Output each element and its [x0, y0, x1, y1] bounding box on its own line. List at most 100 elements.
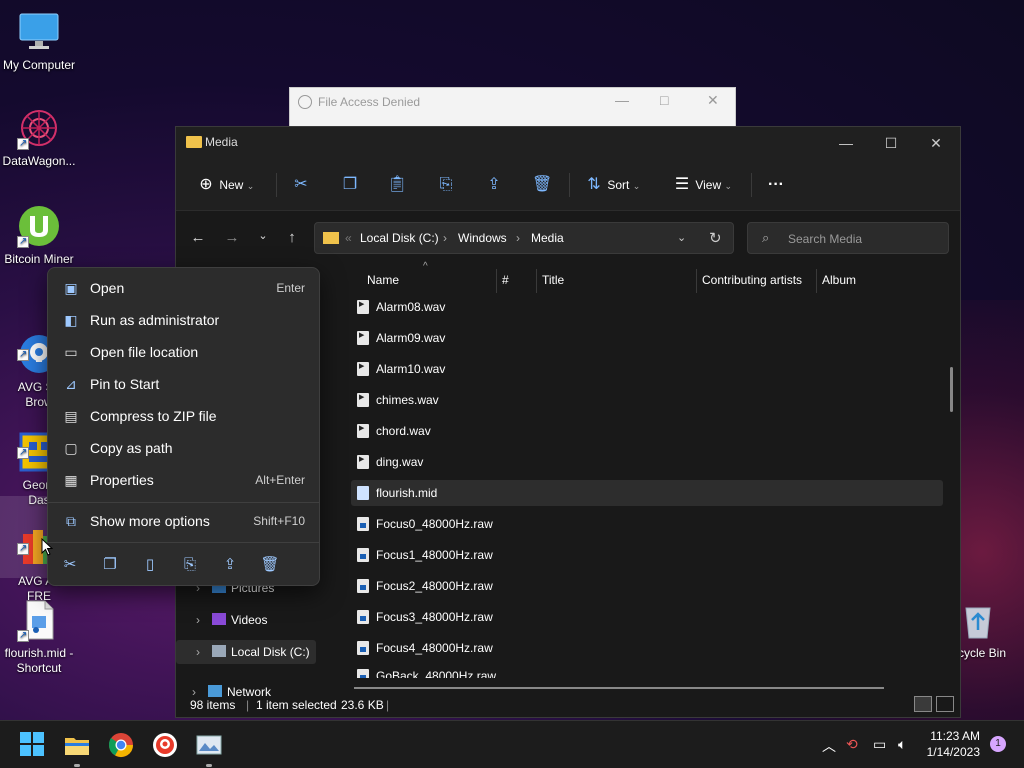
- breadcrumb-windows[interactable]: Windows: [458, 231, 507, 245]
- raw-file-icon: [357, 517, 369, 531]
- menu-item-copy-as-path[interactable]: ▢ Copy as path: [52, 433, 317, 463]
- share-button[interactable]: ⇪: [484, 173, 504, 197]
- paste-button[interactable]: 📋︎: [387, 173, 407, 197]
- chevron-down-icon: ⌄: [724, 181, 733, 191]
- file-name: Focus2_48000Hz.raw: [376, 579, 493, 593]
- file-row-selected[interactable]: flourish.mid: [351, 480, 943, 506]
- show-hidden-icons-chevron-icon[interactable]: ︿: [822, 736, 836, 756]
- copy-icon[interactable]: ❐: [98, 553, 122, 577]
- up-arrow-icon[interactable]: ↑: [282, 229, 302, 246]
- address-dropdown-icon[interactable]: ⌄: [677, 231, 686, 244]
- file-row[interactable]: Focus3_48000Hz.raw: [351, 604, 943, 630]
- minimize-button[interactable]: —: [826, 131, 866, 155]
- share-icon[interactable]: ⇪: [218, 553, 242, 577]
- file-row[interactable]: GoBack_48000Hz.raw: [351, 666, 943, 678]
- menu-item-compress-to-zip[interactable]: ▤ Compress to ZIP file: [52, 401, 317, 431]
- file-row[interactable]: Alarm10.wav: [351, 354, 943, 382]
- avg-browser-icon[interactable]: [151, 731, 179, 759]
- file-row[interactable]: Alarm09.wav: [351, 323, 943, 351]
- start-icon[interactable]: [19, 731, 47, 759]
- clock[interactable]: 11:23 AM 1/14/2023: [927, 728, 980, 760]
- volume-icon[interactable]: 🔈︎: [898, 736, 906, 753]
- menu-item-run-as-administrator[interactable]: ◧ Run as administrator: [52, 305, 317, 335]
- breadcrumb-local-disk[interactable]: Local Disk (C:): [360, 231, 439, 245]
- rename-button[interactable]: ⎘: [436, 173, 456, 197]
- wav-file-icon: [357, 354, 369, 380]
- title-bar[interactable]: Media — ☐ ✕: [176, 127, 960, 159]
- desktop-icon-datawagon[interactable]: DataWagon...: [0, 106, 78, 169]
- column-contributing-artists[interactable]: Contributing artists: [702, 273, 802, 287]
- search-box[interactable]: ⌕ Search Media: [747, 222, 949, 254]
- refresh-sync-icon[interactable]: ⟲: [846, 736, 858, 753]
- file-row[interactable]: chimes.wav: [351, 385, 943, 413]
- file-row[interactable]: Focus0_48000Hz.raw: [351, 511, 943, 537]
- sort-icon: ⇅: [587, 176, 601, 193]
- selection-size: 23.6 KB: [341, 698, 384, 712]
- close-button[interactable]: ✕: [916, 131, 956, 155]
- file-row[interactable]: Focus2_48000Hz.raw: [351, 573, 943, 599]
- file-explorer-icon[interactable]: [63, 731, 91, 759]
- file-access-denied-dialog[interactable]: File Access Denied — □ ✕: [289, 87, 736, 127]
- desktop-icon-flourish-shortcut[interactable]: flourish.mid - Shortcut: [0, 598, 78, 676]
- address-bar[interactable]: « Local Disk (C:) › Windows › Media ⌄ ↻: [314, 222, 734, 254]
- details-view-icon[interactable]: [914, 696, 932, 712]
- delete-button[interactable]: 🗑︎: [532, 173, 552, 197]
- new-label: New: [219, 178, 244, 192]
- menu-item-pin-to-start[interactable]: ⊿ Pin to Start: [52, 369, 317, 399]
- menu-item-show-more-options[interactable]: ⧉ Show more options Shift+F10: [52, 506, 317, 536]
- copy-path-icon: ▢: [64, 440, 78, 456]
- maximize-icon[interactable]: □: [660, 92, 668, 108]
- rename-icon[interactable]: ⎘: [178, 553, 202, 577]
- desktop-icon-label: Bitcoin Miner: [4, 252, 74, 266]
- recent-dropdown-icon[interactable]: ⌄: [253, 229, 273, 242]
- back-arrow-icon[interactable]: ←: [188, 229, 208, 246]
- new-button[interactable]: ⊕ New ⌄: [196, 173, 254, 197]
- maximize-button[interactable]: ☐: [871, 131, 911, 155]
- view-button[interactable]: ☰ View ⌄: [672, 173, 732, 197]
- close-icon[interactable]: ✕: [707, 92, 719, 109]
- file-name: ding.wav: [376, 455, 424, 469]
- tiles-view-icon[interactable]: [936, 696, 954, 712]
- shortcut-arrow-icon: [17, 541, 29, 556]
- vertical-scrollbar[interactable]: [950, 367, 953, 412]
- file-row[interactable]: chord.wav: [351, 416, 943, 444]
- copy-button[interactable]: ❐: [340, 173, 360, 197]
- paste-icon[interactable]: ▯: [138, 553, 162, 577]
- clock-date: 1/14/2023: [926, 745, 980, 759]
- more-options-button[interactable]: ···: [768, 173, 784, 197]
- desktop-icon-my-computer[interactable]: My Computer: [0, 10, 78, 73]
- delete-icon[interactable]: 🗑︎: [258, 553, 282, 577]
- notification-badge[interactable]: 1: [990, 736, 1006, 752]
- refresh-icon[interactable]: ↻: [709, 229, 722, 247]
- nav-item-videos[interactable]: › Videos: [176, 608, 316, 632]
- menu-item-open[interactable]: ▣ Open Enter: [52, 273, 317, 303]
- desktop-icon-label: DataWagon...: [2, 154, 76, 168]
- cut-button[interactable]: ✂: [291, 173, 311, 197]
- column-divider: [816, 269, 817, 293]
- menu-item-properties[interactable]: ▦ Properties Alt+Enter: [52, 465, 317, 495]
- column-number[interactable]: #: [502, 273, 509, 287]
- rename-icon: ⎘: [439, 176, 453, 193]
- desktop-icon-bitcoin-miner[interactable]: Bitcoin Miner: [0, 204, 78, 267]
- raw-file-icon: [357, 579, 369, 593]
- menu-item-open-file-location[interactable]: ▭ Open file location: [52, 337, 317, 367]
- column-album[interactable]: Album: [822, 273, 856, 287]
- file-row[interactable]: ding.wav: [351, 447, 943, 475]
- file-row[interactable]: Focus1_48000Hz.raw: [351, 542, 943, 568]
- cut-icon[interactable]: ✂: [58, 553, 82, 577]
- minimize-icon[interactable]: —: [615, 92, 629, 108]
- file-row[interactable]: Focus4_48000Hz.raw: [351, 635, 943, 661]
- column-name[interactable]: Name: [367, 273, 399, 287]
- sort-button[interactable]: ⇅ Sort ⌄: [584, 173, 640, 197]
- network-monitor-icon[interactable]: ▭: [873, 736, 886, 753]
- chrome-icon[interactable]: [107, 731, 135, 759]
- forward-arrow-icon[interactable]: →: [222, 229, 242, 246]
- nav-item-local-disk[interactable]: › Local Disk (C:): [176, 640, 316, 664]
- breadcrumb-media[interactable]: Media: [531, 231, 564, 245]
- folder-icon: ▭: [64, 344, 78, 360]
- column-title[interactable]: Title: [542, 273, 564, 287]
- file-row[interactable]: Alarm08.wav: [351, 292, 943, 320]
- image-viewer-icon[interactable]: [195, 731, 223, 759]
- properties-icon: ▦: [64, 472, 78, 488]
- horizontal-scrollbar[interactable]: [354, 687, 884, 689]
